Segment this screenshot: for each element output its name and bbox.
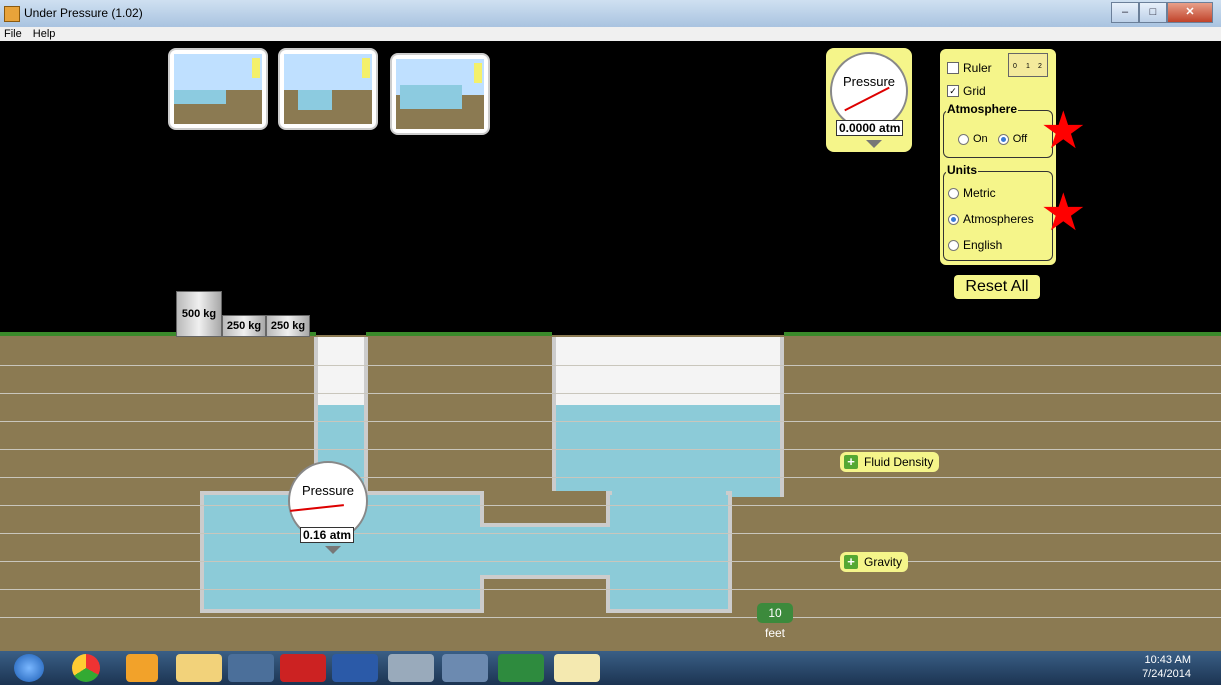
atmosphere-on-label: On: [973, 133, 988, 145]
gauge-label: Pressure: [301, 483, 355, 498]
atmosphere-off-label: Off: [1012, 133, 1028, 145]
red-star-annotation-icon: ★: [1040, 102, 1087, 160]
close-button[interactable]: ✕: [1167, 2, 1213, 23]
menu-bar: File Help: [0, 27, 1221, 41]
measure-label: 10 feet: [757, 603, 793, 640]
chrome-icon[interactable]: [72, 654, 100, 682]
right-connector-water: [612, 481, 726, 501]
title-bar: Under Pressure (1.02) – □ ✕: [0, 0, 1221, 27]
taskbar: 10:43 AM 7/24/2014: [0, 651, 1221, 685]
gauge-readout: 0.0000 atm: [836, 120, 904, 136]
weight-500kg[interactable]: 500 kg: [176, 291, 222, 337]
word-icon[interactable]: [332, 654, 378, 682]
grid-label: Grid: [963, 84, 986, 98]
gravity-control[interactable]: + Gravity: [840, 552, 909, 572]
gauge-dial: Pressure: [830, 52, 908, 130]
left-shaft-air: [318, 337, 364, 405]
atmosphere-on-radio[interactable]: [958, 133, 969, 145]
gauge-needle: [290, 504, 344, 512]
menu-file[interactable]: File: [0, 27, 26, 41]
atmosphere-off-radio[interactable]: [997, 133, 1009, 145]
clock-date: 7/24/2014: [1142, 668, 1191, 680]
window-title: Under Pressure (1.02): [24, 6, 143, 20]
units-atmospheres-radio[interactable]: [948, 213, 959, 225]
explorer-icon[interactable]: [176, 654, 222, 682]
lower-chamber-water: [204, 495, 728, 609]
units-english-label: English: [963, 238, 1003, 252]
ruler-checkbox[interactable]: [947, 62, 959, 74]
java-app-icon: [4, 6, 20, 22]
grass-strip: [366, 332, 552, 336]
clock-time: 10:43 AM: [1144, 654, 1191, 666]
gauge-pointer-icon: [325, 546, 341, 554]
reset-all-button[interactable]: Reset All: [954, 275, 1040, 299]
control-panel: Ruler 0 1 2 ✓ Grid Atmosphere On Off Uni…: [940, 49, 1056, 265]
pressure-gauge-tool[interactable]: Pressure 0.0000 atm: [826, 48, 912, 152]
plus-icon: +: [844, 455, 858, 469]
red-star-annotation-icon: ★: [1040, 184, 1087, 242]
atmosphere-group: Atmosphere On Off: [943, 102, 1053, 158]
lower-divider: [484, 579, 606, 613]
gauge-needle: [844, 86, 890, 112]
system-clock[interactable]: 10:43 AM 7/24/2014: [1142, 653, 1191, 681]
fluid-density-control[interactable]: + Fluid Density: [840, 452, 940, 472]
acrobat-icon[interactable]: [280, 654, 326, 682]
units-group: Units Metric Atmospheres English: [943, 163, 1053, 261]
ruler-label: Ruler: [963, 61, 992, 75]
java-icon[interactable]: [388, 654, 434, 682]
right-basin-air: [556, 337, 780, 405]
units-title: Units: [946, 163, 978, 177]
atmosphere-title: Atmosphere: [946, 102, 1019, 116]
gauge-pointer-icon: [866, 140, 882, 148]
maximize-button[interactable]: □: [1139, 2, 1167, 23]
weight-250kg[interactable]: 250 kg: [266, 315, 310, 337]
fluid-density-label: Fluid Density: [864, 455, 934, 469]
menu-help[interactable]: Help: [29, 27, 60, 41]
minimize-button[interactable]: –: [1111, 2, 1139, 23]
simulation-canvas: Pressure 0.0000 atm Ruler 0 1 2 ✓ Grid A…: [0, 41, 1221, 651]
units-metric-radio[interactable]: [948, 187, 959, 199]
scene-thumbnail-2[interactable]: [278, 48, 378, 130]
scene-thumbnail-1[interactable]: [168, 48, 268, 130]
grid-checkbox[interactable]: ✓: [947, 85, 959, 97]
units-atmospheres-label: Atmospheres: [963, 212, 1034, 226]
scene-thumbnail-3[interactable]: [390, 53, 490, 135]
gravity-label: Gravity: [864, 555, 903, 569]
upper-divider: [484, 491, 606, 523]
notepad-icon[interactable]: [554, 654, 600, 682]
gauge-label: Pressure: [842, 74, 896, 89]
outlook-icon[interactable]: [126, 654, 158, 682]
paint-icon[interactable]: [442, 654, 488, 682]
start-button-icon[interactable]: [14, 654, 44, 682]
units-english-radio[interactable]: [948, 239, 959, 251]
units-metric-label: Metric: [963, 186, 996, 200]
excel-icon[interactable]: [498, 654, 544, 682]
chrome-window-icon[interactable]: [228, 654, 274, 682]
weight-250kg[interactable]: 250 kg: [222, 315, 266, 337]
ruler-icon[interactable]: 0 1 2: [1008, 53, 1048, 77]
plus-icon: +: [844, 555, 858, 569]
grass-strip: [784, 332, 1221, 336]
gauge-readout: 0.16 atm: [300, 527, 355, 543]
